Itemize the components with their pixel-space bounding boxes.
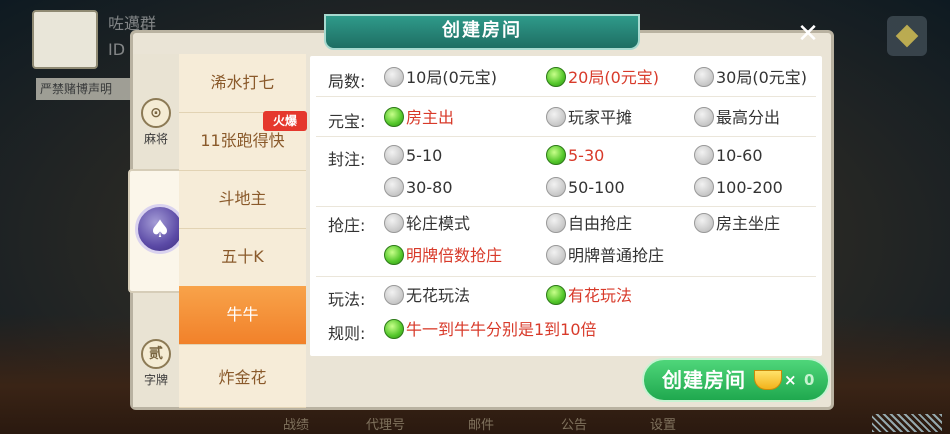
rounds-option-20[interactable]: 20局(0元宝) [546, 66, 659, 90]
radio-checked-icon [546, 67, 566, 87]
radio-icon [694, 213, 714, 233]
hot-badge: 火爆 [263, 111, 307, 131]
radio-checked-icon [546, 285, 566, 305]
nav-record[interactable]: 战绩 [283, 414, 309, 433]
diamond-icon [895, 24, 919, 48]
spade-icon: ♠ [135, 204, 185, 254]
divider [316, 276, 816, 277]
game-item-zhajinhua[interactable]: 炸金花 [179, 349, 306, 408]
banker-option-rotate[interactable]: 轮庄模式 [384, 212, 470, 236]
cost-count: 0 [804, 371, 815, 389]
cap-label: 封注: [328, 150, 366, 169]
game-item-xishui[interactable]: 浠水打七 [179, 54, 306, 113]
banker-option-owner[interactable]: 房主坐庄 [694, 212, 780, 236]
radio-icon [694, 145, 714, 165]
options-panel: 局数: 10局(0元宝) 20局(0元宝) 30局(0元宝) 元宝: 房主出 玩… [310, 56, 822, 356]
category-zipai[interactable]: 贰 字牌 [133, 339, 179, 388]
create-room-label: 创建房间 [662, 368, 746, 392]
nav-notice[interactable]: 公告 [561, 414, 587, 433]
rounds-label: 局数: [328, 72, 366, 91]
ingot-option-highest[interactable]: 最高分出 [694, 106, 780, 130]
radio-checked-icon [384, 107, 404, 127]
cap-option-5-30[interactable]: 5-30 [546, 144, 604, 168]
radio-icon [694, 107, 714, 127]
game-item-doudizhu[interactable]: 斗地主 [179, 170, 306, 229]
radio-icon [546, 245, 566, 265]
divider [316, 96, 816, 97]
banker-option-free[interactable]: 自由抢庄 [546, 212, 632, 236]
cap-option-30-80[interactable]: 30-80 [384, 176, 453, 200]
radio-checked-icon [546, 145, 566, 165]
cap-option-10-60[interactable]: 10-60 [694, 144, 763, 168]
cost-multiplier: × [784, 371, 797, 389]
user-avatar[interactable] [32, 10, 98, 69]
create-room-button[interactable]: 创建房间 × 0 [642, 358, 830, 402]
radio-icon [384, 285, 404, 305]
category-label-zipai: 字牌 [143, 373, 168, 387]
banker-label: 抢庄: [328, 216, 366, 235]
radio-icon [384, 213, 404, 233]
nav-agent[interactable]: 代理号 [366, 414, 405, 433]
ingot-option-owner[interactable]: 房主出 [384, 106, 454, 130]
cap-option-50-100[interactable]: 50-100 [546, 176, 625, 200]
radio-icon [546, 213, 566, 233]
radio-icon [694, 177, 714, 197]
modal-title: 创建房间 [442, 20, 522, 41]
game-item-wushik[interactable]: 五十K [179, 228, 306, 287]
banker-option-open-normal[interactable]: 明牌普通抢庄 [546, 244, 664, 268]
game-list: 浠水打七 11张跑得快 斗地主 五十K 牛牛 炸金花 [179, 54, 306, 408]
ingot-option-split[interactable]: 玩家平摊 [546, 106, 632, 130]
radio-icon [384, 67, 404, 87]
user-id: ID [108, 40, 126, 59]
play-option-flower[interactable]: 有花玩法 [546, 284, 632, 308]
zipai-icon: 贰 [141, 339, 171, 369]
bottom-nav: 战绩 代理号 邮件 公告 设置 [0, 412, 950, 434]
rules-option-multiplier[interactable]: 牛一到牛牛分别是1到10倍 [384, 318, 597, 342]
radio-checked-icon [384, 245, 404, 265]
cap-option-5-10[interactable]: 5-10 [384, 144, 442, 168]
ingot-label: 元宝: [328, 112, 366, 131]
radio-icon [546, 107, 566, 127]
menu-button[interactable] [887, 16, 927, 56]
play-label: 玩法: [328, 290, 366, 309]
radio-icon [546, 177, 566, 197]
category-mahjong[interactable]: ⊙ 麻将 [133, 98, 179, 147]
divider [316, 136, 816, 137]
radio-icon [384, 177, 404, 197]
play-option-no-flower[interactable]: 无花玩法 [384, 284, 470, 308]
ingot-icon [754, 370, 782, 390]
radio-icon [384, 145, 404, 165]
mahjong-icon: ⊙ [141, 98, 171, 128]
create-room-modal: 创建房间 ✕ ⊙ 麻将 贰 字牌 ♠ 浠水打七 11张跑得快 斗地主 五十K 牛… [128, 14, 834, 410]
rounds-option-10[interactable]: 10局(0元宝) [384, 66, 497, 90]
divider [316, 206, 816, 207]
nav-settings[interactable]: 设置 [650, 414, 676, 433]
corner-decoration [872, 414, 942, 432]
game-item-niuniu[interactable]: 牛牛 [179, 286, 306, 345]
rules-label: 规则: [328, 324, 366, 343]
cap-option-100-200[interactable]: 100-200 [694, 176, 783, 200]
close-button[interactable]: ✕ [794, 20, 822, 48]
nav-mail[interactable]: 邮件 [468, 414, 494, 433]
radio-checked-icon [384, 319, 404, 339]
banker-option-open-multiple[interactable]: 明牌倍数抢庄 [384, 244, 502, 268]
radio-icon [694, 67, 714, 87]
category-label-mahjong: 麻将 [143, 132, 168, 146]
rounds-option-30[interactable]: 30局(0元宝) [694, 66, 807, 90]
